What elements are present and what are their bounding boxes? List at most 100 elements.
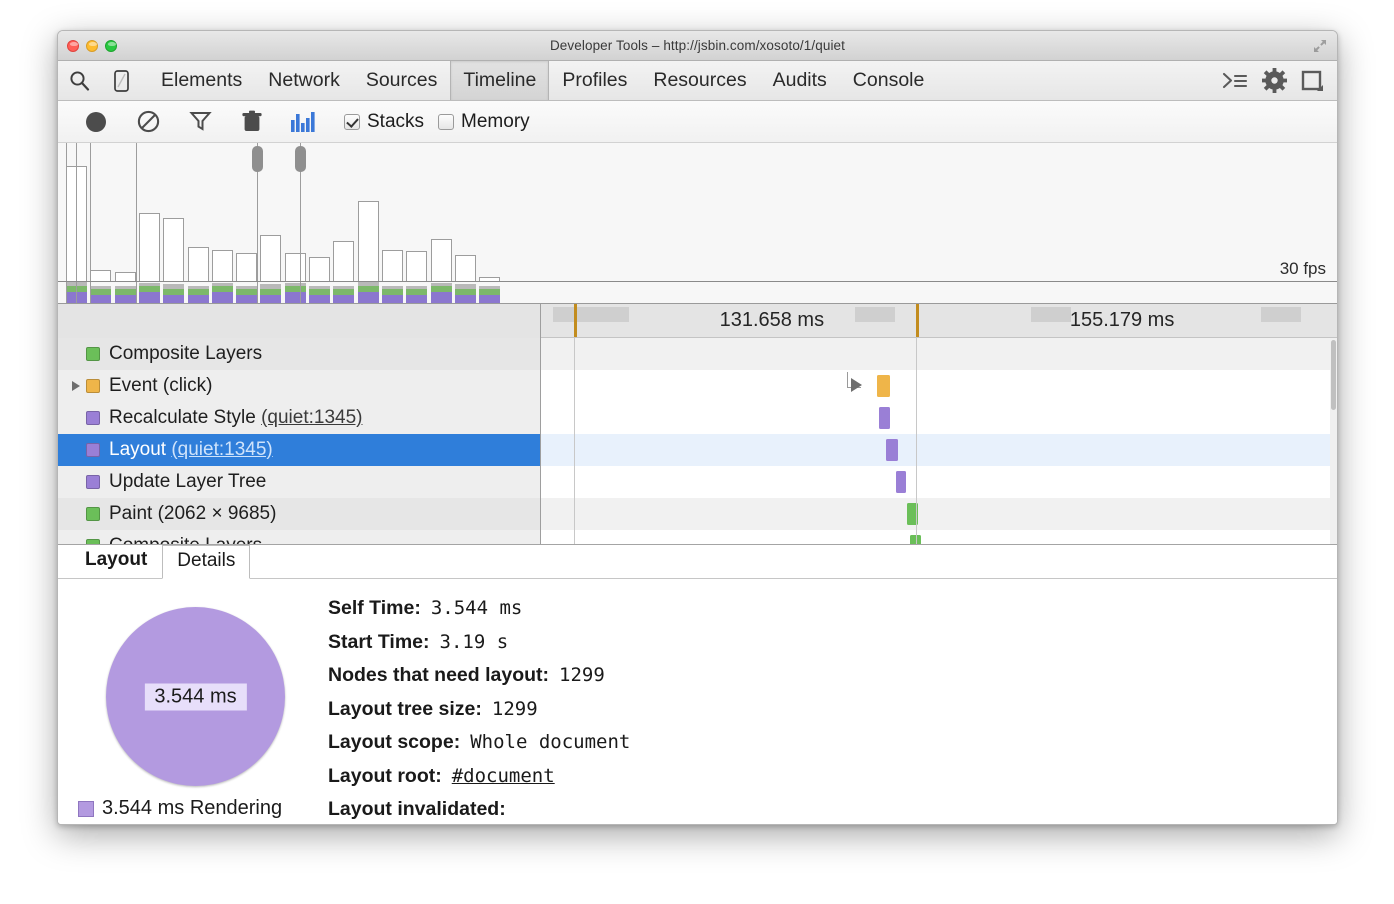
timeline-row[interactable] [541,370,1337,402]
clear-button[interactable] [122,101,174,143]
detail-fact-row: Layout tree size: 1299 [328,698,1337,721]
frame-category-strip [430,282,452,303]
frame-bar [357,201,379,282]
records-tree-header [58,304,540,338]
ruler-chip [552,307,593,322]
timeline-row[interactable] [541,530,1337,544]
search-icon[interactable] [58,61,100,100]
frame-category-strip [381,282,403,303]
frame-segment-other [163,284,185,289]
timeline-event-bar[interactable] [896,471,906,493]
tab-console[interactable]: Console [840,61,938,100]
detail-tabs: Layout Details [58,545,1337,579]
frame-segment-rendering [406,289,428,295]
frame-segment-rendering [163,289,185,295]
detail-fact-key: Layout tree size: [328,697,482,720]
frame-category-strip [406,282,428,303]
timeline-overview[interactable]: 30 fps [58,143,1337,304]
tab-resources[interactable]: Resources [640,61,759,100]
memory-checkbox[interactable]: Memory [438,111,530,133]
overview-divider [76,143,77,303]
fullscreen-expand-icon[interactable] [1313,39,1327,53]
filter-button[interactable] [174,101,226,143]
frame-segment-other [454,284,476,289]
frames-bar-chart[interactable] [58,143,1337,303]
stacks-checkbox[interactable]: Stacks [344,111,424,133]
timeline-row[interactable] [541,466,1337,498]
tab-audits[interactable]: Audits [760,61,840,100]
timeline-row[interactable] [541,402,1337,434]
maximize-window-button[interactable] [105,40,117,52]
frame-segment-scripting [138,292,160,303]
ruler-tick [574,304,578,337]
timeline-event-bar[interactable] [886,439,899,461]
frame-segment-rendering [454,289,476,295]
tab-details[interactable]: Details [162,545,251,579]
records-scrollbar[interactable] [1330,338,1337,544]
timeline-bars-area[interactable] [541,338,1337,544]
close-window-button[interactable] [67,40,79,52]
detail-fact-value: Whole document [470,731,631,753]
record-row[interactable]: Update Layer Tree [58,466,540,498]
tab-layout[interactable]: Layout [70,544,162,578]
detail-fact-value[interactable]: #document [452,765,555,787]
tab-sources[interactable]: Sources [353,61,451,100]
frame-bar [236,252,258,282]
tab-profiles[interactable]: Profiles [549,61,640,100]
timeline-event-bar[interactable] [878,407,891,429]
device-mode-icon[interactable] [100,61,142,100]
record-row[interactable]: Recalculate Style (quiet:1345) [58,402,540,434]
console-drawer-icon[interactable] [1222,71,1248,91]
record-expand-arrow-icon[interactable] [851,378,863,392]
frame-category-strip [211,282,233,303]
window-traffic-lights[interactable] [67,40,117,52]
frame-category-strip [284,282,306,303]
minimize-window-button[interactable] [86,40,98,52]
timeline-row[interactable] [541,338,1337,370]
record-row-label: Recalculate Style (quiet:1345) [109,407,363,428]
expand-triangle-icon[interactable] [68,381,84,391]
timeline-ruler[interactable]: 131.658 ms 155.179 ms [541,304,1337,338]
detail-body: 3.544 ms 3.544 ms Rendering Self Time: 3.… [58,579,1337,824]
frame-segment-scripting [187,295,209,303]
frames-mode-button[interactable] [278,101,330,143]
pie-legend: 3.544 ms Rendering [78,797,282,820]
overview-selection-grip[interactable] [295,146,306,172]
record-row[interactable]: Composite Layers [58,338,540,370]
frame-segment-other [309,286,330,289]
timeline-row[interactable] [541,498,1337,530]
frame-category-strip [479,282,501,303]
records-scrollbar-thumb[interactable] [1331,340,1336,410]
frame-bar [163,218,185,282]
record-category-swatch [86,443,100,457]
frame-segment-scripting [357,292,379,303]
tab-network[interactable]: Network [255,61,353,100]
frame-category-strip [236,282,258,303]
frame-segment-other [211,283,233,286]
detail-fact-key: Nodes that need layout: [328,664,550,686]
stacks-checkbox-box[interactable] [344,113,360,130]
record-row[interactable]: Layout (quiet:1345) [58,434,540,466]
memory-checkbox-box[interactable] [438,113,455,130]
record-button[interactable] [70,101,122,143]
records-timeline-panel[interactable]: 131.658 ms 155.179 ms [541,304,1337,544]
record-row[interactable]: Paint (2062 × 9685) [58,498,540,530]
dock-side-icon[interactable] [1301,69,1325,93]
ruler-chip [855,307,896,322]
frame-segment-rendering [430,286,452,292]
timeline-row[interactable] [541,434,1337,466]
records-tree-panel: Composite Layers Event (click) Recalculate… [58,304,541,544]
record-row[interactable]: Composite Layers [58,530,540,544]
timeline-event-bar[interactable] [876,375,890,397]
tab-elements[interactable]: Elements [148,61,255,100]
tab-timeline[interactable]: Timeline [450,61,550,100]
record-category-swatch [86,411,100,425]
memory-checkbox-label: Memory [461,110,530,132]
frame-segment-other [138,283,160,286]
ruler-chip [1030,307,1071,322]
frame-bar [138,213,160,282]
record-row[interactable]: Event (click) [58,370,540,402]
overview-selection-grip[interactable] [252,146,263,172]
gear-icon[interactable] [1262,68,1287,93]
garbage-collect-button[interactable] [226,101,278,143]
